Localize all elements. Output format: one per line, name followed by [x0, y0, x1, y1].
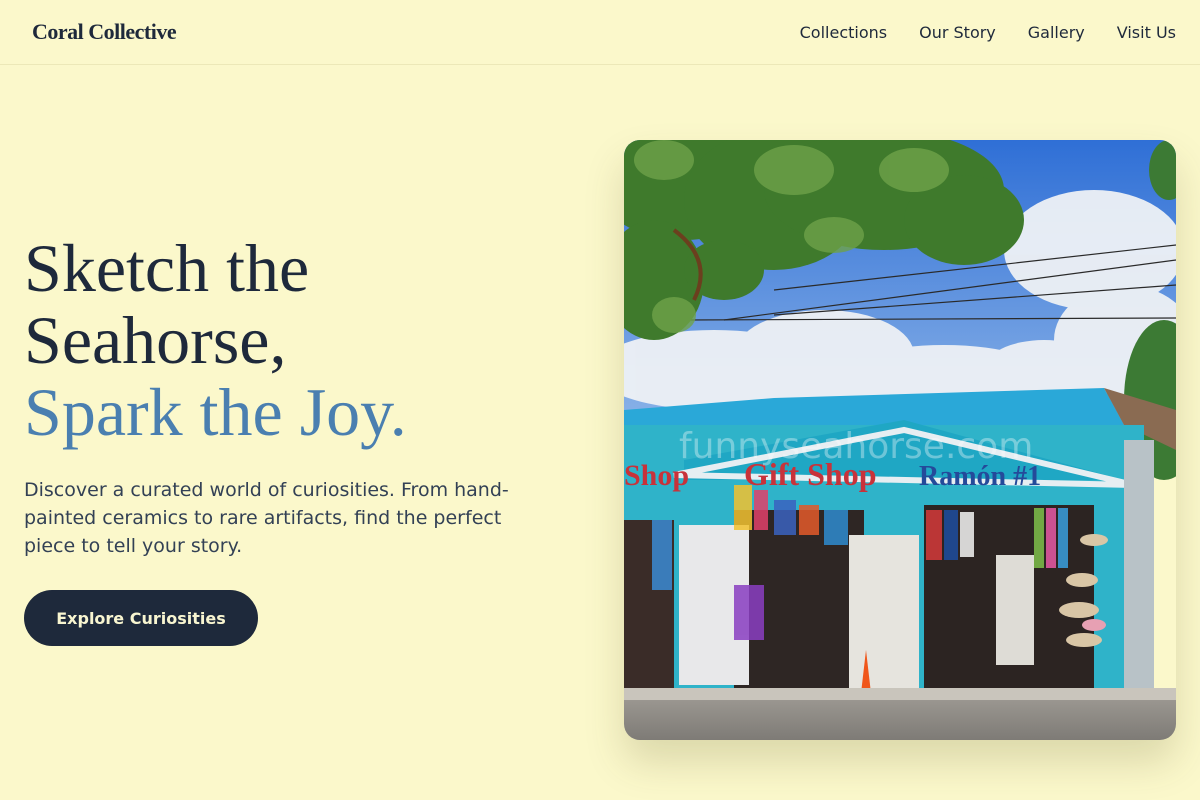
brand-logo[interactable]: Coral Collective: [32, 19, 177, 45]
hero-description: Discover a curated world of curiosities.…: [24, 479, 509, 557]
hero-section: Sketch the Seahorse, Spark the Joy. Disc…: [24, 232, 564, 560]
headline-line-2: Seahorse,: [24, 302, 287, 378]
nav-link-gallery[interactable]: Gallery: [1028, 23, 1085, 42]
explore-curiosities-button[interactable]: Explore Curiosities: [24, 590, 258, 646]
hero-headline: Sketch the Seahorse, Spark the Joy.: [24, 232, 564, 448]
headline-accent: Spark the Joy.: [24, 374, 407, 450]
nav-link-our-story[interactable]: Our Story: [919, 23, 996, 42]
photo-watermark: funnyseahorse.com: [679, 426, 1033, 467]
nav-link-visit-us[interactable]: Visit Us: [1117, 23, 1176, 42]
main-nav: Collections Our Story Gallery Visit Us: [800, 23, 1176, 42]
nav-link-collections[interactable]: Collections: [800, 23, 887, 42]
headline-line-1: Sketch the: [24, 230, 310, 306]
hero-photo: Shop Gift Shop Ramón #1 funnyseahorse.co…: [624, 140, 1176, 740]
site-header: Coral Collective Collections Our Story G…: [0, 0, 1200, 65]
